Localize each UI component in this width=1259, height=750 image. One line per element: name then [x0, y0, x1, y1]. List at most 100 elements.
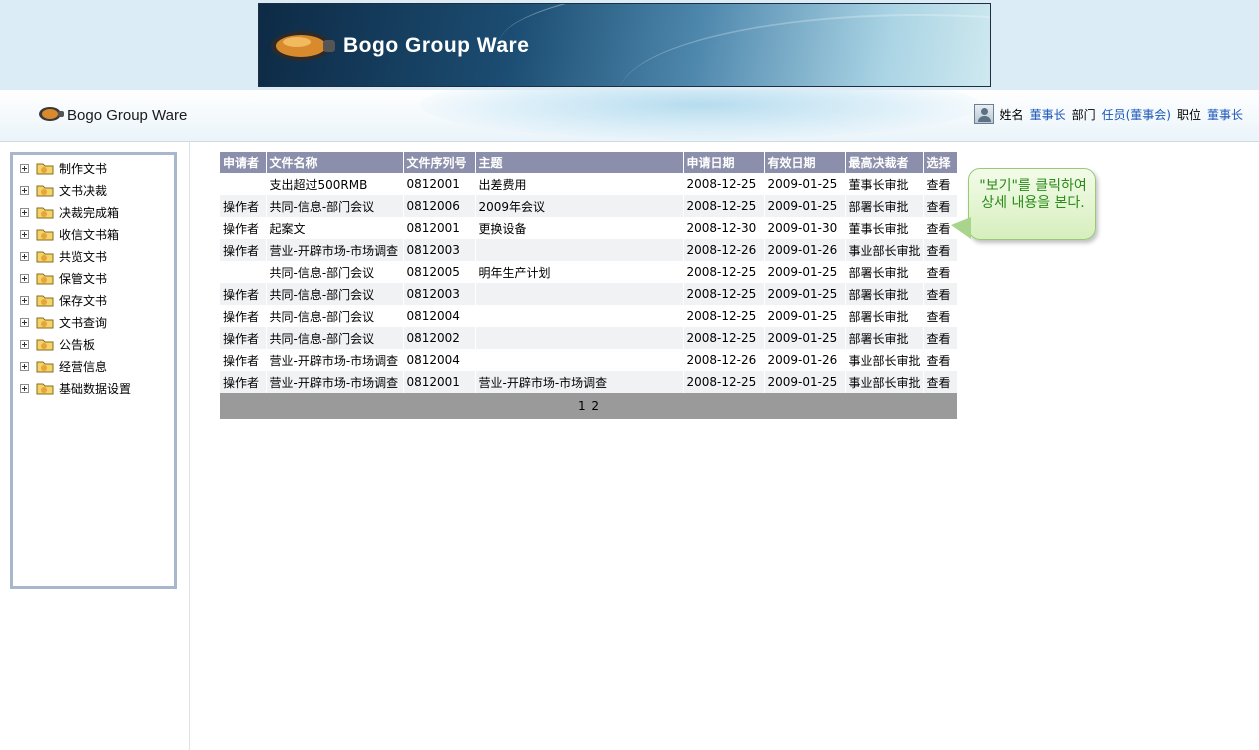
apply-date-cell: 2008-12-25 [683, 261, 765, 283]
expand-icon[interactable] [20, 361, 29, 371]
expand-icon[interactable] [20, 229, 29, 239]
file-name-cell[interactable]: 营业-开辟市场-市场调查 [266, 239, 404, 261]
valid-date-cell: 2009-01-25 [764, 283, 846, 305]
view-link[interactable]: 查看 [923, 327, 958, 349]
valid-date-cell: 2009-01-30 [764, 217, 846, 239]
dept-value[interactable]: 任员(董事会) [1102, 106, 1171, 123]
serial-cell: 0812001 [403, 173, 476, 195]
sidebar-item-label: 保存文书 [59, 293, 108, 308]
expand-icon[interactable] [20, 163, 29, 173]
serial-cell: 0812003 [403, 239, 476, 261]
valid-date-cell: 2009-01-26 [764, 239, 846, 261]
approver-cell: 部署长审批 [845, 261, 924, 283]
apply-date-cell: 2008-12-30 [683, 217, 765, 239]
file-name-cell[interactable]: 起案文 [266, 217, 404, 239]
folder-icon [36, 229, 54, 241]
folder-icon [36, 207, 54, 219]
position-value[interactable]: 董事长 [1207, 106, 1243, 123]
file-name-cell[interactable]: 共同-信息-部门会议 [266, 283, 404, 305]
expand-icon[interactable] [20, 339, 29, 349]
name-value[interactable]: 董事长 [1030, 106, 1066, 123]
sidebar-item-label: 制作文书 [59, 161, 108, 176]
serial-cell: 0812001 [403, 371, 476, 393]
sidebar-item[interactable]: 决裁完成箱 [13, 201, 174, 223]
subject-cell: 明年生产计划 [475, 261, 684, 283]
goggles-logo-icon [271, 31, 335, 61]
table-row: 操作者 营业-开辟市场-市场调查 0812004 2008-12-26 2009-01-… [220, 349, 958, 371]
applicant-cell: 操作者 [220, 283, 267, 305]
column-header: 有效日期 [764, 152, 846, 173]
file-name-cell[interactable]: 共同-信息-部门会议 [266, 305, 404, 327]
approver-cell: 事业部长审批 [845, 239, 924, 261]
document-list: 申请者 文件名称 文件序列号 主题 申请日期 有效日期 最高决裁者 选择 支出超… [220, 152, 958, 419]
approver-cell: 部署长审批 [845, 283, 924, 305]
view-link[interactable]: 查看 [923, 173, 958, 195]
applicant-cell: 操作者 [220, 327, 267, 349]
expand-icon[interactable] [20, 185, 29, 195]
table-row: 操作者 共同-信息-部门会议 0812006 2009年会议 2008-12-25 200… [220, 195, 958, 217]
user-info: 姓名 董事长 部门 任员(董事会) 职位 董事长 [973, 104, 1249, 124]
serial-cell: 0812004 [403, 349, 476, 371]
sidebar-item-label: 决裁完成箱 [59, 205, 120, 220]
page-link[interactable]: 1 [578, 399, 586, 413]
file-name-cell[interactable]: 共同-信息-部门会议 [266, 261, 404, 283]
file-name-cell[interactable]: 共同-信息-部门会议 [266, 327, 404, 349]
folder-icon [36, 339, 54, 351]
subject-cell [475, 305, 684, 327]
expand-icon[interactable] [20, 251, 29, 261]
view-link[interactable]: 查看 [923, 305, 958, 327]
applicant-cell: 操作者 [220, 349, 267, 371]
dept-label: 部门 [1071, 107, 1096, 122]
sidebar-item[interactable]: 收信文书箱 [13, 223, 174, 245]
file-name-cell[interactable]: 营业-开辟市场-市场调查 [266, 349, 404, 371]
table-header-row: 申请者 文件名称 文件序列号 主题 申请日期 有效日期 最高决裁者 选择 [220, 152, 958, 173]
expand-icon[interactable] [20, 295, 29, 305]
table-row: 支出超过500RMB 0812001 出差费用 2008-12-25 2009-01-2… [220, 173, 958, 195]
valid-date-cell: 2009-01-26 [764, 349, 846, 371]
app-title: Bogo Group Ware [67, 107, 188, 124]
sidebar-item[interactable]: 共览文书 [13, 245, 174, 267]
sidebar-item[interactable]: 保管文书 [13, 267, 174, 289]
view-link[interactable]: 查看 [923, 239, 958, 261]
sidebar-item[interactable]: 保存文书 [13, 289, 174, 311]
expand-icon[interactable] [20, 383, 29, 393]
folder-icon [36, 317, 54, 329]
sidebar-item[interactable]: 经营信息 [13, 355, 174, 377]
apply-date-cell: 2008-12-26 [683, 239, 765, 261]
valid-date-cell: 2009-01-25 [764, 371, 846, 393]
applicant-cell [220, 261, 267, 283]
file-name-cell[interactable]: 营业-开辟市场-市场调查 [266, 371, 404, 393]
table-row: 操作者 共同-信息-部门会议 0812003 2008-12-25 2009-01-25… [220, 283, 958, 305]
sidebar-item-label: 文书查询 [59, 315, 108, 330]
approver-cell: 部署长审批 [845, 327, 924, 349]
sidebar-item[interactable]: 公告板 [13, 333, 174, 355]
file-name-cell[interactable]: 支出超过500RMB [266, 173, 404, 195]
sidebar-item-label: 文书决裁 [59, 183, 108, 198]
sidebar-item[interactable]: 基础数据设置 [13, 377, 174, 399]
sidebar-item-label: 收信文书箱 [59, 227, 120, 242]
expand-icon[interactable] [20, 273, 29, 283]
view-link[interactable]: 查看 [923, 371, 958, 393]
subject-cell [475, 283, 684, 305]
sidebar-item[interactable]: 文书决裁 [13, 179, 174, 201]
column-header: 文件序列号 [403, 152, 476, 173]
apply-date-cell: 2008-12-25 [683, 327, 765, 349]
subject-cell [475, 239, 684, 261]
page-link[interactable]: 2 [591, 399, 599, 413]
sidebar-item-label: 基础数据设置 [59, 381, 132, 396]
view-link[interactable]: 查看 [923, 349, 958, 371]
sidebar-item-label: 公告板 [59, 337, 96, 352]
sidebar-item[interactable]: 制作文书 [13, 157, 174, 179]
subject-cell: 2009年会议 [475, 195, 684, 217]
file-name-cell[interactable]: 共同-信息-部门会议 [266, 195, 404, 217]
document-table: 申请者 文件名称 文件序列号 主题 申请日期 有效日期 最高决裁者 选择 支出超… [220, 152, 958, 393]
view-link[interactable]: 查看 [923, 261, 958, 283]
view-link[interactable]: 查看 [923, 195, 958, 217]
approver-cell: 事业部长审批 [845, 349, 924, 371]
expand-icon[interactable] [20, 207, 29, 217]
view-link[interactable]: 查看 [923, 283, 958, 305]
expand-icon[interactable] [20, 317, 29, 327]
folder-icon [36, 295, 54, 307]
folder-icon [36, 361, 54, 373]
sidebar-item[interactable]: 文书查询 [13, 311, 174, 333]
